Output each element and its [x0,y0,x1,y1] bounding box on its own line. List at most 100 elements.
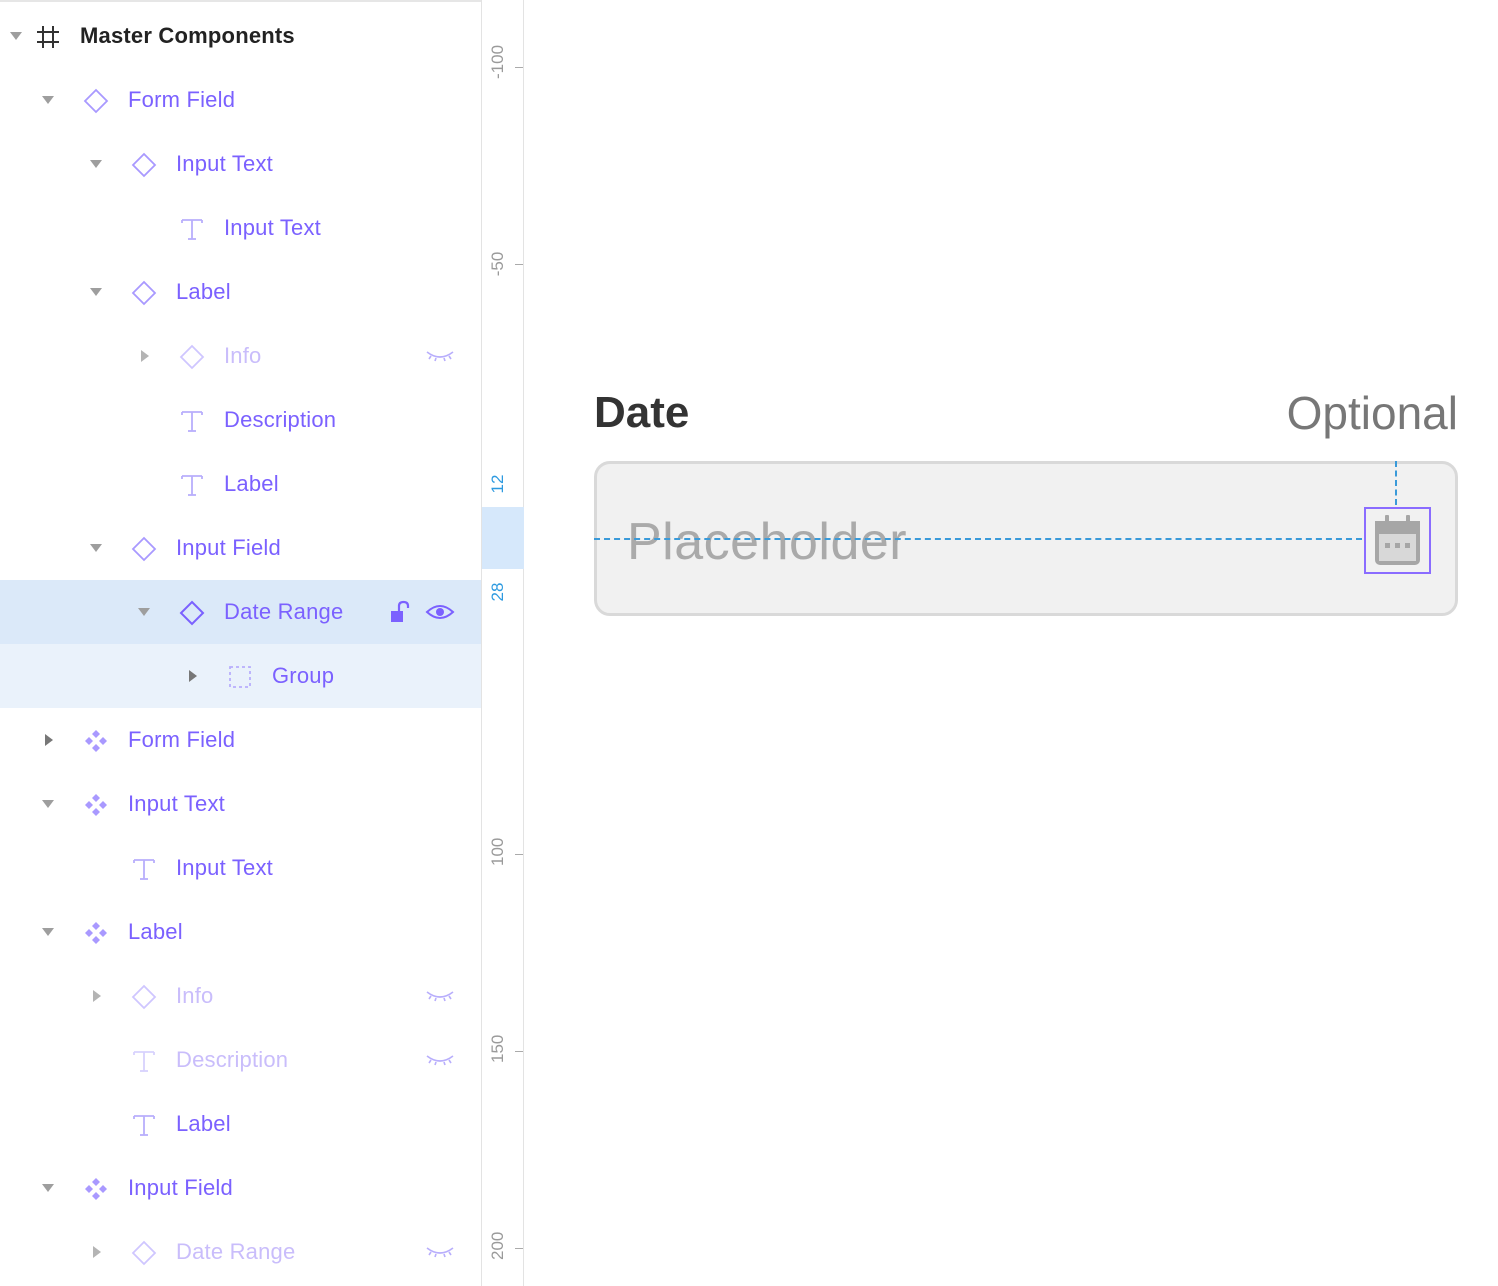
component-diamond-icon [83,88,109,114]
layer-row-group[interactable]: Group [0,644,481,708]
text-icon [131,1112,157,1138]
design-canvas[interactable]: Date Optional Placeholder [524,0,1498,1286]
layer-label: Date Range [224,599,344,624]
chevron-down-icon[interactable] [137,606,151,618]
ruler-selection-highlight [482,507,524,569]
layer-row-input-field-master[interactable]: Input Field [0,1156,481,1220]
chevron-right-icon[interactable] [186,670,200,682]
layer-row-input-text-text[interactable]: Input Text [0,196,481,260]
layer-row-date-range-2[interactable]: Date Range [0,1220,481,1284]
ruler-tick-label: -100 [488,44,507,79]
layer-label: Date Range [176,1239,296,1264]
master-component-icon [83,792,109,818]
ruler-tick-label: 150 [488,1034,507,1063]
calendar-icon [1375,515,1420,565]
component-diamond-icon [131,536,157,562]
component-diamond-icon [131,152,157,178]
frame-icon [35,24,61,50]
layer-label: Input Text [224,215,321,240]
master-component-icon [83,728,109,754]
text-icon [179,216,205,242]
layer-row-info-2[interactable]: Info [0,964,481,1028]
group-icon [227,664,253,690]
layer-label: Input Field [176,535,281,560]
chevron-right-icon[interactable] [90,1246,104,1258]
chevron-right-icon[interactable] [138,350,152,362]
eye-icon[interactable] [425,600,455,624]
layer-label: Label [176,279,231,304]
eye-closed-icon[interactable] [425,344,455,368]
chevron-down-icon[interactable] [41,94,55,106]
vertical-ruler[interactable]: -100 -50 12 28 100 150 200 [481,0,524,1286]
eye-closed-icon[interactable] [425,984,455,1008]
layer-row-info[interactable]: Info [0,324,481,388]
chevron-down-icon[interactable] [89,158,103,170]
layer-row-label-master[interactable]: Label [0,900,481,964]
ruler-tick [515,854,523,855]
layer-label: Label [224,471,279,496]
layer-row-input-field[interactable]: Input Field [0,516,481,580]
chevron-right-icon[interactable] [42,734,56,746]
layer-row-date-range-selected[interactable]: Date Range [0,580,481,644]
measure-guide-vertical [1395,461,1397,505]
ruler-selection-start: 12 [488,474,507,494]
calendar-icon-selection[interactable] [1364,507,1431,574]
layer-label: Label [128,919,183,944]
layer-row-description-2[interactable]: Description [0,1028,481,1092]
chevron-right-icon[interactable] [90,990,104,1002]
layer-label: Input Text [176,151,273,176]
measure-guide-horizontal [594,538,1362,540]
layer-row-label-text[interactable]: Label [0,452,481,516]
field-optional-text[interactable]: Optional [1287,386,1458,440]
layer-label: Group [272,663,335,688]
eye-closed-icon[interactable] [425,1240,455,1264]
component-diamond-icon [179,600,205,626]
layer-label: Input Field [128,1175,233,1200]
layer-label: Form Field [128,87,236,112]
chevron-down-icon[interactable] [89,542,103,554]
layer-label: Description [176,1047,289,1072]
ruler-tick [515,1248,523,1249]
layer-row-input-text[interactable]: Input Text [0,132,481,196]
ruler-tick-label: -50 [488,251,507,277]
chevron-down-icon[interactable] [89,286,103,298]
chevron-down-icon[interactable] [41,926,55,938]
text-icon [131,1048,157,1074]
chevron-down-icon[interactable] [9,30,23,42]
eye-closed-icon[interactable] [425,1048,455,1072]
placeholder-text[interactable]: Placeholder [627,512,907,572]
layer-row-input-text-text-2[interactable]: Input Text [0,836,481,900]
layer-label: Input Text [176,855,273,880]
layer-row-master-components[interactable]: Master Components [0,4,481,68]
layer-row-label[interactable]: Label [0,260,481,324]
chevron-down-icon[interactable] [41,798,55,810]
ruler-tick-label: 200 [488,1231,507,1260]
layer-label: Info [224,343,262,368]
component-diamond-icon [131,280,157,306]
layers-panel: Master Components Form Field Input Text … [0,0,481,1286]
master-component-icon [83,920,109,946]
text-icon [179,472,205,498]
layer-row-description[interactable]: Description [0,388,481,452]
layer-label: Master Components [80,23,295,48]
ruler-tick-label: 100 [488,837,507,866]
layer-row-form-field[interactable]: Form Field [0,68,481,132]
ruler-tick [515,264,523,265]
ruler-selection-size: 28 [488,582,507,602]
master-component-icon [83,1176,109,1202]
layer-label: Form Field [128,727,236,752]
layer-label: Description [224,407,337,432]
layer-row-form-field-master[interactable]: Form Field [0,708,481,772]
component-diamond-icon [179,344,205,370]
layer-row-label-text-2[interactable]: Label [0,1092,481,1156]
unlock-icon[interactable] [388,600,414,624]
ruler-tick [515,1051,523,1052]
chevron-down-icon[interactable] [41,1182,55,1194]
layer-label: Label [176,1111,231,1136]
ruler-tick [515,67,523,68]
text-icon [179,408,205,434]
text-icon [131,856,157,882]
layer-row-input-text-master[interactable]: Input Text [0,772,481,836]
field-label[interactable]: Date [594,388,689,438]
layer-label: Input Text [128,791,225,816]
